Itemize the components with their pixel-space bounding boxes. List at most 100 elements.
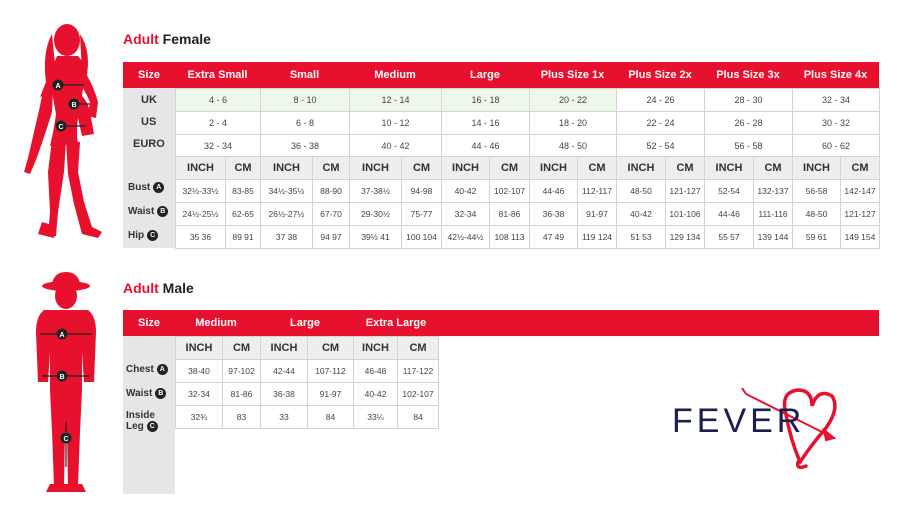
table-cell: 24½-25½ [175,202,226,226]
table-row-bust: 32½-33½ 83-85 34½-35½ 88-90 37-38½ 94-98… [175,179,880,203]
table-cell: 4 - 6 [175,88,261,112]
male-silhouette: A B C [36,272,96,492]
table-cell: 81-86 [222,382,261,406]
table-cell: 36 - 38 [260,134,350,158]
table-cell: 83 [222,405,261,429]
table-cell: 55 57 [704,225,754,249]
size-m: Medium [195,317,237,329]
unit-inch: INCH [616,156,666,180]
table-cell: 37-38½ [349,179,402,203]
title-gender: Female [162,31,211,47]
table-cell: 40 - 42 [349,134,442,158]
female-region-table: 4 - 6 8 - 10 12 - 14 16 - 18 20 - 22 24 … [175,88,880,158]
unit-inch: INCH [260,156,313,180]
measure-label-waist: Waist B [128,206,169,217]
table-cell: 121-127 [840,202,880,226]
table-cell: 112-117 [577,179,617,203]
region-label-euro: EURO [133,138,165,150]
size-m: Medium [374,69,416,81]
unit-cm: CM [840,156,880,180]
table-row-euro: 32 - 34 36 - 38 40 - 42 44 - 46 48 - 50 … [175,134,880,158]
table-cell: 32½-33½ [175,179,226,203]
table-cell: 59 61 [792,225,841,249]
unit-cm: CM [753,156,793,180]
unit-inch: INCH [704,156,754,180]
table-cell: 18 - 20 [529,111,617,135]
size-2x: Plus Size 2x [628,69,692,81]
table-cell: 149 154 [840,225,880,249]
table-cell: 83-85 [225,179,261,203]
size-xl: Extra Large [365,317,427,329]
svg-text:A: A [59,332,64,339]
unit-inch: INCH [349,156,402,180]
table-cell: 89 91 [225,225,261,249]
table-cell: 94-98 [401,179,442,203]
table-cell: 2 - 4 [175,111,261,135]
table-row-inside-leg: 32¾ 83 33 84 33¼ 84 [175,405,439,429]
table-cell: 84 [307,405,354,429]
table-cell: 111-116 [753,202,793,226]
table-row-units: INCH CM INCH CM INCH CM [175,336,439,360]
table-cell: 8 - 10 [260,88,350,112]
table-cell: 40-42 [353,382,398,406]
region-label-us: US [141,116,157,128]
measure-label-hip: Hip C [128,230,159,241]
unit-cm: CM [577,156,617,180]
table-cell: 48 - 50 [529,134,617,158]
table-cell: 88-90 [312,179,350,203]
badge-b-icon: B [157,206,169,217]
table-cell: 35 36 [175,225,226,249]
title-adult: Adult [123,280,159,296]
table-cell: 33¼ [353,405,398,429]
table-cell: 30 - 32 [792,111,880,135]
table-cell: 48-50 [792,202,841,226]
table-cell: 39½ 41 [349,225,402,249]
unit-cm: CM [312,156,350,180]
table-cell: 94 97 [312,225,350,249]
table-row-us: 2 - 4 6 - 8 10 - 12 14 - 16 18 - 20 22 -… [175,111,880,135]
table-cell: 32 - 34 [792,88,880,112]
table-cell: 24 - 26 [616,88,705,112]
size-s: Small [289,69,320,81]
table-cell: 44-46 [704,202,754,226]
table-cell: 56-58 [792,179,841,203]
table-cell: 29-30½ [349,202,402,226]
male-size-header: Size Medium Large Extra Large [123,310,879,336]
size-header-label: Size [137,317,160,329]
table-cell: 97-102 [222,359,261,383]
table-cell: 42-44 [260,359,308,383]
unit-inch: INCH [175,156,226,180]
title-gender: Male [162,280,194,296]
table-cell: 56 - 58 [704,134,793,158]
table-cell: 12 - 14 [349,88,442,112]
table-cell: 32-34 [441,202,490,226]
unit-cm: CM [401,156,442,180]
unit-cm: CM [665,156,705,180]
table-cell: 139 144 [753,225,793,249]
size-1x: Plus Size 1x [540,69,605,81]
table-cell: 81-86 [489,202,530,226]
unit-inch: INCH [175,336,223,360]
unit-inch: INCH [441,156,490,180]
unit-inch: INCH [260,336,308,360]
table-cell: 46-48 [353,359,398,383]
table-cell: 100 104 [401,225,442,249]
table-cell: 47 49 [529,225,578,249]
svg-text:B: B [71,102,76,109]
unit-inch: INCH [529,156,578,180]
table-cell: 26½-27½ [260,202,313,226]
unit-cm: CM [489,156,530,180]
badge-b-icon: B [155,388,167,399]
table-cell: 36-38 [529,202,578,226]
table-cell: 91-97 [577,202,617,226]
table-cell: 44 - 46 [441,134,530,158]
size-header-label: Size [137,69,160,81]
table-cell: 121-127 [665,179,705,203]
table-cell: 37 38 [260,225,313,249]
size-4x: Plus Size 4x [803,69,868,81]
badge-c-icon: C [146,421,158,432]
table-cell: 26 - 28 [704,111,793,135]
table-cell: 119 124 [577,225,617,249]
unit-inch: INCH [353,336,398,360]
unit-cm: CM [307,336,354,360]
